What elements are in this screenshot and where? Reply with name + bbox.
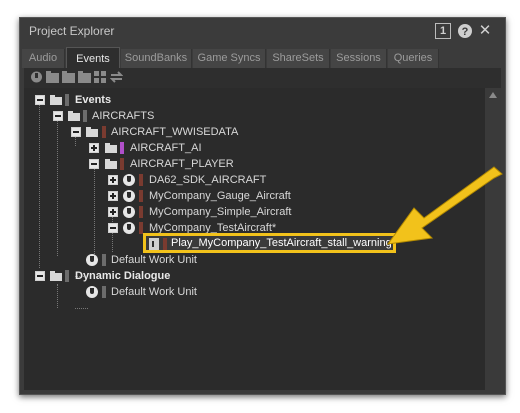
toolbar <box>24 68 501 88</box>
folder-icon <box>68 111 80 121</box>
tree-row-events[interactable]: Events <box>24 92 324 108</box>
help-icon[interactable]: ? <box>457 23 473 39</box>
tree-row-aircrafts[interactable]: AIRCRAFTS <box>24 108 324 124</box>
collapse-icon[interactable] <box>53 111 63 121</box>
tab-events[interactable]: Events <box>66 47 120 69</box>
color-tag-icon <box>163 238 167 250</box>
tree-row-wwisedata[interactable]: AIRCRAFT_WWISEDATA <box>24 124 324 140</box>
tree-row-aircraft-player[interactable]: AIRCRAFT_PLAYER <box>24 156 324 172</box>
folder-icon <box>50 95 62 105</box>
tree-label: Play_MyCompany_TestAircraft_stall_warnin… <box>171 237 392 249</box>
highlighted-play-action[interactable]: Play_MyCompany_TestAircraft_stall_warnin… <box>143 233 396 253</box>
tree-label: DA62_SDK_AIRCRAFT <box>149 174 267 186</box>
event-icon <box>123 206 135 218</box>
color-tag-icon <box>120 142 124 154</box>
tab-sharesets[interactable]: ShareSets <box>267 49 330 68</box>
svg-text:?: ? <box>462 26 469 38</box>
callout-arrow-icon <box>386 166 503 245</box>
event-icon <box>123 174 135 186</box>
tree-label: AIRCRAFT_AI <box>130 142 202 154</box>
tree-label: Events <box>75 94 112 106</box>
expand-icon[interactable] <box>108 191 118 201</box>
color-tag-icon <box>102 286 106 298</box>
work-unit-icon <box>86 286 98 298</box>
switch-icon[interactable] <box>110 71 123 83</box>
tree-row-default-work-unit[interactable]: Default Work Unit <box>24 252 324 268</box>
folder-icon <box>86 127 98 137</box>
tree-row-simple[interactable]: MyCompany_Simple_Aircraft <box>24 204 344 220</box>
folder-icon <box>105 159 117 169</box>
color-tag-icon <box>102 254 106 266</box>
color-tag-icon <box>139 174 143 186</box>
new-folder-alt-icon[interactable] <box>78 71 91 83</box>
new-folder-icon[interactable] <box>46 71 59 83</box>
collapse-icon[interactable] <box>71 127 81 137</box>
event-icon <box>123 222 135 234</box>
color-tag-icon <box>65 270 69 282</box>
collapse-icon[interactable] <box>35 271 45 281</box>
tab-queries[interactable]: Queries <box>388 49 439 68</box>
tree-label: AIRCRAFT_WWISEDATA <box>111 126 239 138</box>
window-title: Project Explorer <box>29 24 115 38</box>
window-number-button[interactable]: 1 <box>435 23 451 39</box>
work-unit-icon <box>86 254 98 266</box>
title-bar: Project Explorer 1 ? ✕ <box>20 18 505 46</box>
tree-label: AIRCRAFTS <box>92 110 155 122</box>
tab-soundbanks[interactable]: SoundBanks <box>121 49 192 68</box>
tree-label: MyCompany_Gauge_Aircraft <box>149 190 291 202</box>
tab-sessions[interactable]: Sessions <box>331 49 387 68</box>
play-action-icon <box>149 238 159 250</box>
tree-row-gauge[interactable]: MyCompany_Gauge_Aircraft <box>24 188 344 204</box>
tree-label: Dynamic Dialogue <box>75 270 171 282</box>
tree-row-dynamic-dialogue[interactable]: Dynamic Dialogue <box>24 268 324 284</box>
tab-audio[interactable]: Audio <box>22 49 65 68</box>
color-tag-icon <box>65 94 69 106</box>
tree-row-da62[interactable]: DA62_SDK_AIRCRAFT <box>24 172 324 188</box>
close-icon[interactable]: ✕ <box>477 23 493 39</box>
event-icon <box>123 190 135 202</box>
expand-icon[interactable] <box>108 207 118 217</box>
tree-label: Default Work Unit <box>111 286 197 298</box>
tree-label: MyCompany_Simple_Aircraft <box>149 206 292 218</box>
color-tag-icon <box>83 110 87 122</box>
tree-label: AIRCRAFT_PLAYER <box>130 158 234 170</box>
expand-icon[interactable] <box>108 175 118 185</box>
tree-row-aircraft-ai[interactable]: AIRCRAFT_AI <box>24 140 324 156</box>
new-event-icon[interactable] <box>30 71 43 83</box>
color-tag-icon <box>102 126 106 138</box>
color-tag-icon <box>139 206 143 218</box>
tab-bar: Audio Events SoundBanks Game Syncs Share… <box>22 47 502 69</box>
collapse-icon[interactable] <box>108 223 118 233</box>
scroll-up-icon[interactable] <box>489 92 497 98</box>
collapse-icon[interactable] <box>35 95 45 105</box>
collapse-icon[interactable] <box>89 159 99 169</box>
tree-label: Default Work Unit <box>111 254 197 266</box>
tree-row-default-work-unit-2[interactable]: Default Work Unit <box>24 284 324 300</box>
color-tag-icon <box>120 158 124 170</box>
tab-game-syncs[interactable]: Game Syncs <box>193 49 266 68</box>
expand-icon[interactable] <box>89 143 99 153</box>
color-tag-icon <box>139 190 143 202</box>
new-work-unit-icon[interactable] <box>62 71 75 83</box>
grid-icon[interactable] <box>94 71 107 83</box>
folder-icon <box>105 143 117 153</box>
folder-icon <box>50 271 62 281</box>
